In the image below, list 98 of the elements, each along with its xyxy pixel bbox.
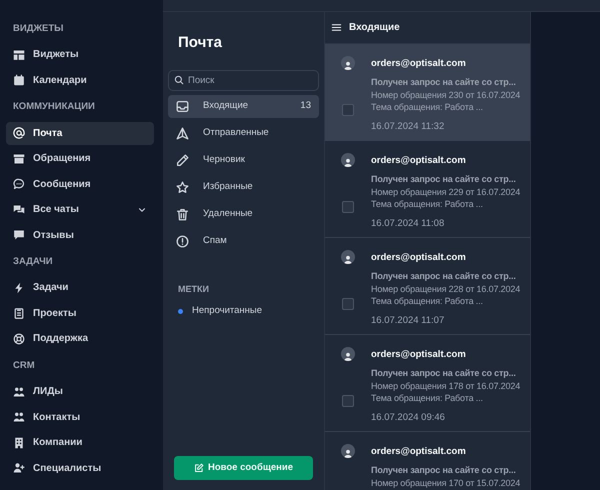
layout-icon: [13, 48, 25, 61]
section-heading: ЗАДАЧИ: [12, 255, 54, 269]
star-icon: [176, 180, 189, 194]
sidebar-item[interactable]: Специалисты: [6, 456, 154, 480]
avatar-icon: [341, 347, 355, 361]
new-message-button[interactable]: Новое сообщение: [174, 456, 313, 480]
message-preview: Тема обращения: Работа ...: [371, 392, 484, 404]
message-item[interactable]: orders@optisalt.com Получен запрос на сайте со стр... Номер обращения 228 от 16.07.2024 Тема обращения: Работа ... 16.07.2024 11:07: [325, 238, 530, 335]
sidebar-item[interactable]: Почта: [6, 122, 154, 144]
message-preview: Тема обращения: Работа ...: [371, 198, 484, 210]
message-preview: Получен запрос на сайте со стр...: [371, 270, 517, 283]
sender-email: orders@optisalt.com: [371, 154, 467, 168]
folder-item[interactable]: Отправленные: [168, 122, 319, 144]
sender-email: orders@optisalt.com: [371, 251, 467, 265]
section-heading: КОММУНИКАЦИИ: [12, 100, 96, 114]
sender-email: orders@optisalt.com: [371, 348, 467, 362]
folder-item[interactable]: Спам: [168, 230, 319, 252]
message-item[interactable]: orders@optisalt.com Получен запрос на сайте со стр... Номер обращения 229 от 16.07.2024 Тема обращения: Работа ... 16.07.2024 11:08: [325, 141, 530, 238]
chat-bubble-icon: [13, 178, 25, 190]
sidebar-item[interactable]: Задачи: [6, 276, 154, 300]
alert-circle-icon: [176, 234, 189, 248]
checkbox[interactable]: [342, 104, 354, 116]
folder-label: Удаленные: [203, 206, 253, 221]
sidebar-item[interactable]: Обращения: [6, 147, 154, 170]
message-preview: Тема обращения: Работа ...: [371, 294, 484, 308]
message-preview: Номер обращения 228 от 16.07.2024: [371, 282, 520, 295]
archive-icon: [13, 152, 25, 164]
message-time: 16.07.2024 11:07: [371, 314, 446, 328]
message-preview: Номер обращения 178 от 16.07.2024: [371, 380, 520, 392]
panel-title: Почта: [178, 33, 223, 53]
edit-icon: [194, 463, 204, 473]
message-preview: Номер обращения 229 от 16.07.2024: [371, 186, 520, 198]
menu-icon[interactable]: [331, 22, 342, 33]
message-preview: Получен запрос на сайте со стр...: [371, 367, 517, 380]
at-sign-icon: [13, 127, 25, 139]
folder-label: Избранные: [203, 180, 253, 194]
folder-item[interactable]: Избранные: [168, 176, 319, 198]
message-time: 16.07.2024 11:08: [371, 217, 446, 232]
folder-label: Входящие: [203, 98, 248, 113]
sidebar-item[interactable]: Виджеты: [6, 43, 154, 66]
comment-icon: [13, 229, 25, 241]
sidebar-item[interactable]: Компании: [6, 431, 154, 454]
label-item[interactable]: Непрочитанные: [168, 304, 319, 318]
avatar-icon: [341, 444, 355, 458]
folder-item[interactable]: Черновик: [168, 148, 319, 172]
message-preview: Получен запрос на сайте со стр...: [371, 173, 517, 186]
message-preview: Номер обращения 230 от 16.07.2024: [371, 88, 520, 101]
building-icon: [13, 436, 25, 448]
sidebar-item[interactable]: Все чаты: [6, 198, 154, 221]
folder-label: Спам: [203, 234, 227, 248]
users-icon: [13, 411, 25, 423]
folder-item[interactable]: Входящие 13: [168, 94, 319, 118]
sender-email: orders@optisalt.com: [371, 445, 467, 459]
message-preview: Номер обращения 170 от 15.07.2024: [371, 476, 520, 489]
message-item[interactable]: orders@optisalt.com Получен запрос на сайте со стр... Номер обращения 178 от 16.07.2024 Тема обращения: Работа ... 16.07.2024 09:46: [325, 335, 530, 432]
trash-icon: [176, 208, 189, 220]
pencil-icon: [176, 154, 189, 166]
message-time: 16.07.2024 11:32: [371, 120, 446, 134]
message-preview: Получен запрос на сайте со стр...: [371, 76, 517, 89]
sidebar-item[interactable]: Контакты: [6, 406, 154, 428]
folder-label: Черновик: [203, 152, 245, 167]
lightning-icon: [13, 282, 25, 294]
checkbox[interactable]: [342, 395, 354, 407]
calendar-icon: [13, 74, 25, 86]
message-time: 16.07.2024 09:46: [371, 411, 446, 426]
folder-item[interactable]: Удаленные: [168, 202, 319, 226]
avatar-icon: [341, 153, 355, 167]
message-item[interactable]: orders@optisalt.com Получен запрос на сайте со стр... Номер обращения 170 от 15.07.2024: [325, 432, 530, 490]
sidebar-item[interactable]: Сообщения: [6, 172, 154, 196]
unread-count: 13: [300, 98, 311, 113]
section-heading: CRM: [12, 358, 36, 373]
section-heading: ВИДЖЕТЫ: [12, 22, 64, 36]
inbox-icon: [176, 100, 189, 112]
list-title: Входящие: [349, 21, 400, 35]
user-plus-icon: [13, 462, 25, 474]
sidebar-item[interactable]: Проекты: [6, 302, 154, 325]
search-icon: [174, 74, 184, 84]
sidebar-item[interactable]: ЛИДы: [6, 380, 154, 403]
users-icon: [13, 386, 25, 398]
folder-label: Отправленные: [203, 126, 269, 140]
avatar-icon: [341, 250, 355, 264]
section-heading: МЕТКИ: [178, 282, 210, 296]
sidebar-item[interactable]: Поддержка: [6, 327, 154, 350]
message-preview: Получен запрос на сайте со стр...: [371, 464, 517, 477]
chat-bubbles-icon: [13, 204, 25, 216]
lifebuoy-icon: [13, 332, 25, 345]
checkbox[interactable]: [342, 201, 354, 213]
sidebar-item[interactable]: Отзывы: [6, 224, 154, 246]
triangle-send-icon: [176, 126, 189, 140]
checkbox[interactable]: [342, 298, 354, 310]
clipboard-icon: [13, 307, 25, 320]
sidebar-item[interactable]: Календари: [6, 68, 154, 92]
message-preview: Тема обращения: Работа ...: [371, 100, 484, 114]
label-text: Непрочитанные: [192, 304, 262, 318]
search-field[interactable]: Поиск: [168, 70, 319, 90]
message-item[interactable]: orders@optisalt.com Получен запрос на сайте со стр... Номер обращения 230 от 16.07.2024 Тема обращения: Работа ... 16.07.2024 11:32: [325, 44, 530, 141]
sender-email: orders@optisalt.com: [371, 57, 467, 71]
avatar-icon: [341, 56, 355, 70]
